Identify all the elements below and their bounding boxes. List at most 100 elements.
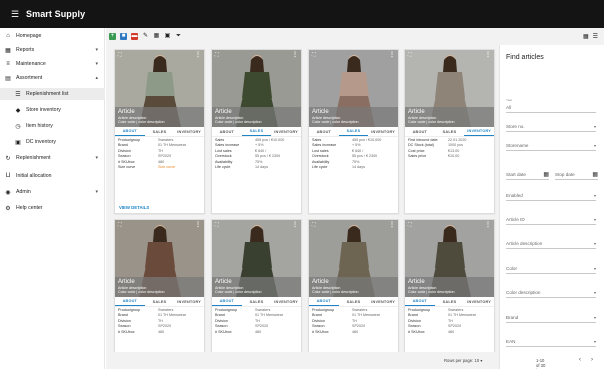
- sidebar-item-replenishment-list[interactable]: ☰ Replenishment list: [0, 88, 105, 100]
- expand-icon[interactable]: ⛶: [215, 52, 219, 58]
- more-options-icon[interactable]: ⋮: [195, 51, 201, 58]
- menu-icon[interactable]: ☰: [4, 0, 26, 28]
- article-name: Article: [408, 279, 425, 285]
- tab-inventory[interactable]: INVENTORY: [368, 297, 398, 306]
- sidebar-item-help-center[interactable]: ⚙ Help center: [0, 202, 105, 214]
- edit-icon[interactable]: ✎: [142, 33, 149, 40]
- expand-icon[interactable]: ⛶: [408, 52, 412, 58]
- grid-view-icon[interactable]: ▣: [164, 33, 171, 40]
- add-icon[interactable]: +: [109, 33, 116, 40]
- size-curve-link[interactable]: Size curve: [158, 165, 201, 170]
- filter-article-description[interactable]: Article description ▾: [506, 236, 596, 249]
- filter-color[interactable]: Color ▾: [506, 261, 596, 274]
- more-options-icon[interactable]: ⋮: [292, 51, 298, 58]
- chevron-down-icon[interactable]: ▾: [95, 155, 98, 161]
- article-card[interactable]: ⛶ ⋮ Article Article description Color code |…: [211, 49, 302, 214]
- filter-all[interactable]: Year All: [506, 98, 596, 113]
- view-details-button[interactable]: VIEW DETAILS: [119, 205, 149, 210]
- tab-inventory[interactable]: INVENTORY: [464, 297, 494, 306]
- tab-sales[interactable]: SALES: [339, 297, 369, 306]
- columns-icon[interactable]: ▦: [153, 33, 160, 40]
- sidebar-item-dc-inventory[interactable]: ▣ DC inventory: [0, 136, 105, 148]
- prev-page-button[interactable]: ‹: [579, 357, 581, 363]
- sidebar-item-store-inventory[interactable]: ◆ Store inventory: [0, 104, 105, 116]
- article-card[interactable]: ⛶ ⋮ Article Article description Color code |…: [308, 49, 399, 214]
- tab-about[interactable]: ABOUT: [212, 127, 242, 136]
- list-view-icon[interactable]: ☰: [593, 33, 598, 40]
- sidebar-item-assortment[interactable]: ▤ Assortment ▴: [0, 72, 105, 84]
- tab-inventory[interactable]: INVENTORY: [174, 297, 204, 306]
- stop-date-field[interactable]: Stop date ▦: [555, 167, 598, 180]
- tab-inventory[interactable]: INVENTORY: [464, 127, 494, 136]
- article-card[interactable]: ⛶ ⋮ Article Article description Color code |…: [404, 49, 495, 214]
- tab-about[interactable]: ABOUT: [309, 127, 339, 136]
- tab-about[interactable]: ABOUT: [115, 297, 145, 306]
- tab-about[interactable]: ABOUT: [309, 297, 339, 306]
- filter-brand[interactable]: Brand ▾: [506, 310, 596, 323]
- info-row: Sales price €10.00: [408, 154, 491, 159]
- tab-about[interactable]: ABOUT: [405, 297, 435, 306]
- article-card[interactable]: ⛶ ⋮ Article Article description Color code |…: [114, 49, 205, 214]
- expand-icon[interactable]: ⛶: [312, 52, 316, 58]
- filter-color-description[interactable]: Color description ▾: [506, 285, 596, 298]
- expand-icon[interactable]: ⛶: [118, 222, 122, 228]
- more-options-icon[interactable]: ⋮: [485, 51, 491, 58]
- tab-about[interactable]: ABOUT: [115, 127, 145, 136]
- tab-sales[interactable]: SALES: [435, 127, 465, 136]
- tab-about[interactable]: ABOUT: [405, 127, 435, 136]
- tab-inventory[interactable]: INVENTORY: [368, 127, 398, 136]
- sidebar-item-item-history[interactable]: ◷ Item history: [0, 120, 105, 132]
- article-card[interactable]: ⛶ ⋮ Article Article description Color code |…: [114, 219, 205, 359]
- filter-article-id[interactable]: Article ID ▾: [506, 212, 596, 225]
- more-options-icon[interactable]: ⋮: [292, 221, 298, 228]
- sidebar-item-replenishment[interactable]: ↻ Replenishment ▾: [0, 152, 105, 164]
- sidebar-item-homepage[interactable]: ⌂ Homepage: [0, 30, 105, 42]
- more-options-icon[interactable]: ⋮: [485, 221, 491, 228]
- filter-storename[interactable]: Storename ▾: [506, 138, 596, 151]
- sidebar-item-reports[interactable]: ▦ Reports ▾: [0, 44, 105, 56]
- chevron-up-icon[interactable]: ▴: [95, 75, 98, 81]
- list-icon: ☰: [15, 91, 21, 98]
- article-photo: ⛶ ⋮ Article Article description Color code |…: [309, 220, 398, 297]
- filter-icon[interactable]: ⏷: [175, 33, 182, 40]
- tab-inventory[interactable]: INVENTORY: [271, 297, 301, 306]
- tab-inventory[interactable]: INVENTORY: [174, 127, 204, 136]
- tab-sales[interactable]: SALES: [435, 297, 465, 306]
- chevron-down-icon[interactable]: ▾: [95, 47, 98, 53]
- expand-icon[interactable]: ⛶: [312, 222, 316, 228]
- sidebar-item-initial-allocation[interactable]: ⨿ Initial allocation: [0, 170, 105, 182]
- expand-icon[interactable]: ⛶: [118, 52, 122, 58]
- expand-icon[interactable]: ⛶: [215, 222, 219, 228]
- pdf-icon[interactable]: ▬: [131, 33, 138, 40]
- article-card[interactable]: ⛶ ⋮ Article Article description Color code |…: [211, 219, 302, 359]
- tile-view-icon[interactable]: ▦: [583, 33, 589, 40]
- article-card[interactable]: ⛶ ⋮ Article Article description Color code |…: [404, 219, 495, 359]
- tab-sales[interactable]: SALES: [241, 127, 272, 136]
- article-caption: Article Article description Color code | c…: [212, 107, 301, 127]
- save-icon[interactable]: ■: [120, 33, 127, 40]
- tab-about[interactable]: ABOUT: [212, 297, 242, 306]
- tab-sales[interactable]: SALES: [145, 127, 175, 136]
- tab-sales[interactable]: SALES: [145, 297, 175, 306]
- card-info: Productgroup Sweaters Brand 01 TH Menswear D…: [115, 307, 204, 336]
- chevron-down-icon[interactable]: ▾: [95, 61, 98, 67]
- more-options-icon[interactable]: ⋮: [389, 221, 395, 228]
- tab-sales[interactable]: SALES: [242, 297, 272, 306]
- tab-sales[interactable]: SALES: [338, 127, 369, 136]
- more-options-icon[interactable]: ⋮: [389, 51, 395, 58]
- expand-icon[interactable]: ⛶: [408, 222, 412, 228]
- calendar-icon[interactable]: ▦: [543, 171, 549, 178]
- filter-enabled[interactable]: Enabled ▾: [506, 188, 596, 201]
- rows-per-page-select[interactable]: Rows per page: 10 ▾: [444, 358, 482, 363]
- start-date-field[interactable]: Start date ▦: [506, 167, 549, 180]
- tab-inventory[interactable]: INVENTORY: [271, 127, 301, 136]
- sidebar-item-maintenance[interactable]: ≡ Maintenance ▾: [0, 58, 105, 70]
- filter-store-no-[interactable]: Store no. ▾: [506, 119, 596, 132]
- more-options-icon[interactable]: ⋮: [195, 221, 201, 228]
- sidebar-item-admin[interactable]: ◉ Admin ▾: [0, 186, 105, 198]
- filter-ean[interactable]: EAN ▾: [506, 334, 596, 347]
- article-card[interactable]: ⛶ ⋮ Article Article description Color code |…: [308, 219, 399, 359]
- calendar-icon[interactable]: ▦: [592, 171, 598, 178]
- chevron-down-icon[interactable]: ▾: [95, 189, 98, 195]
- next-page-button[interactable]: ›: [591, 357, 593, 363]
